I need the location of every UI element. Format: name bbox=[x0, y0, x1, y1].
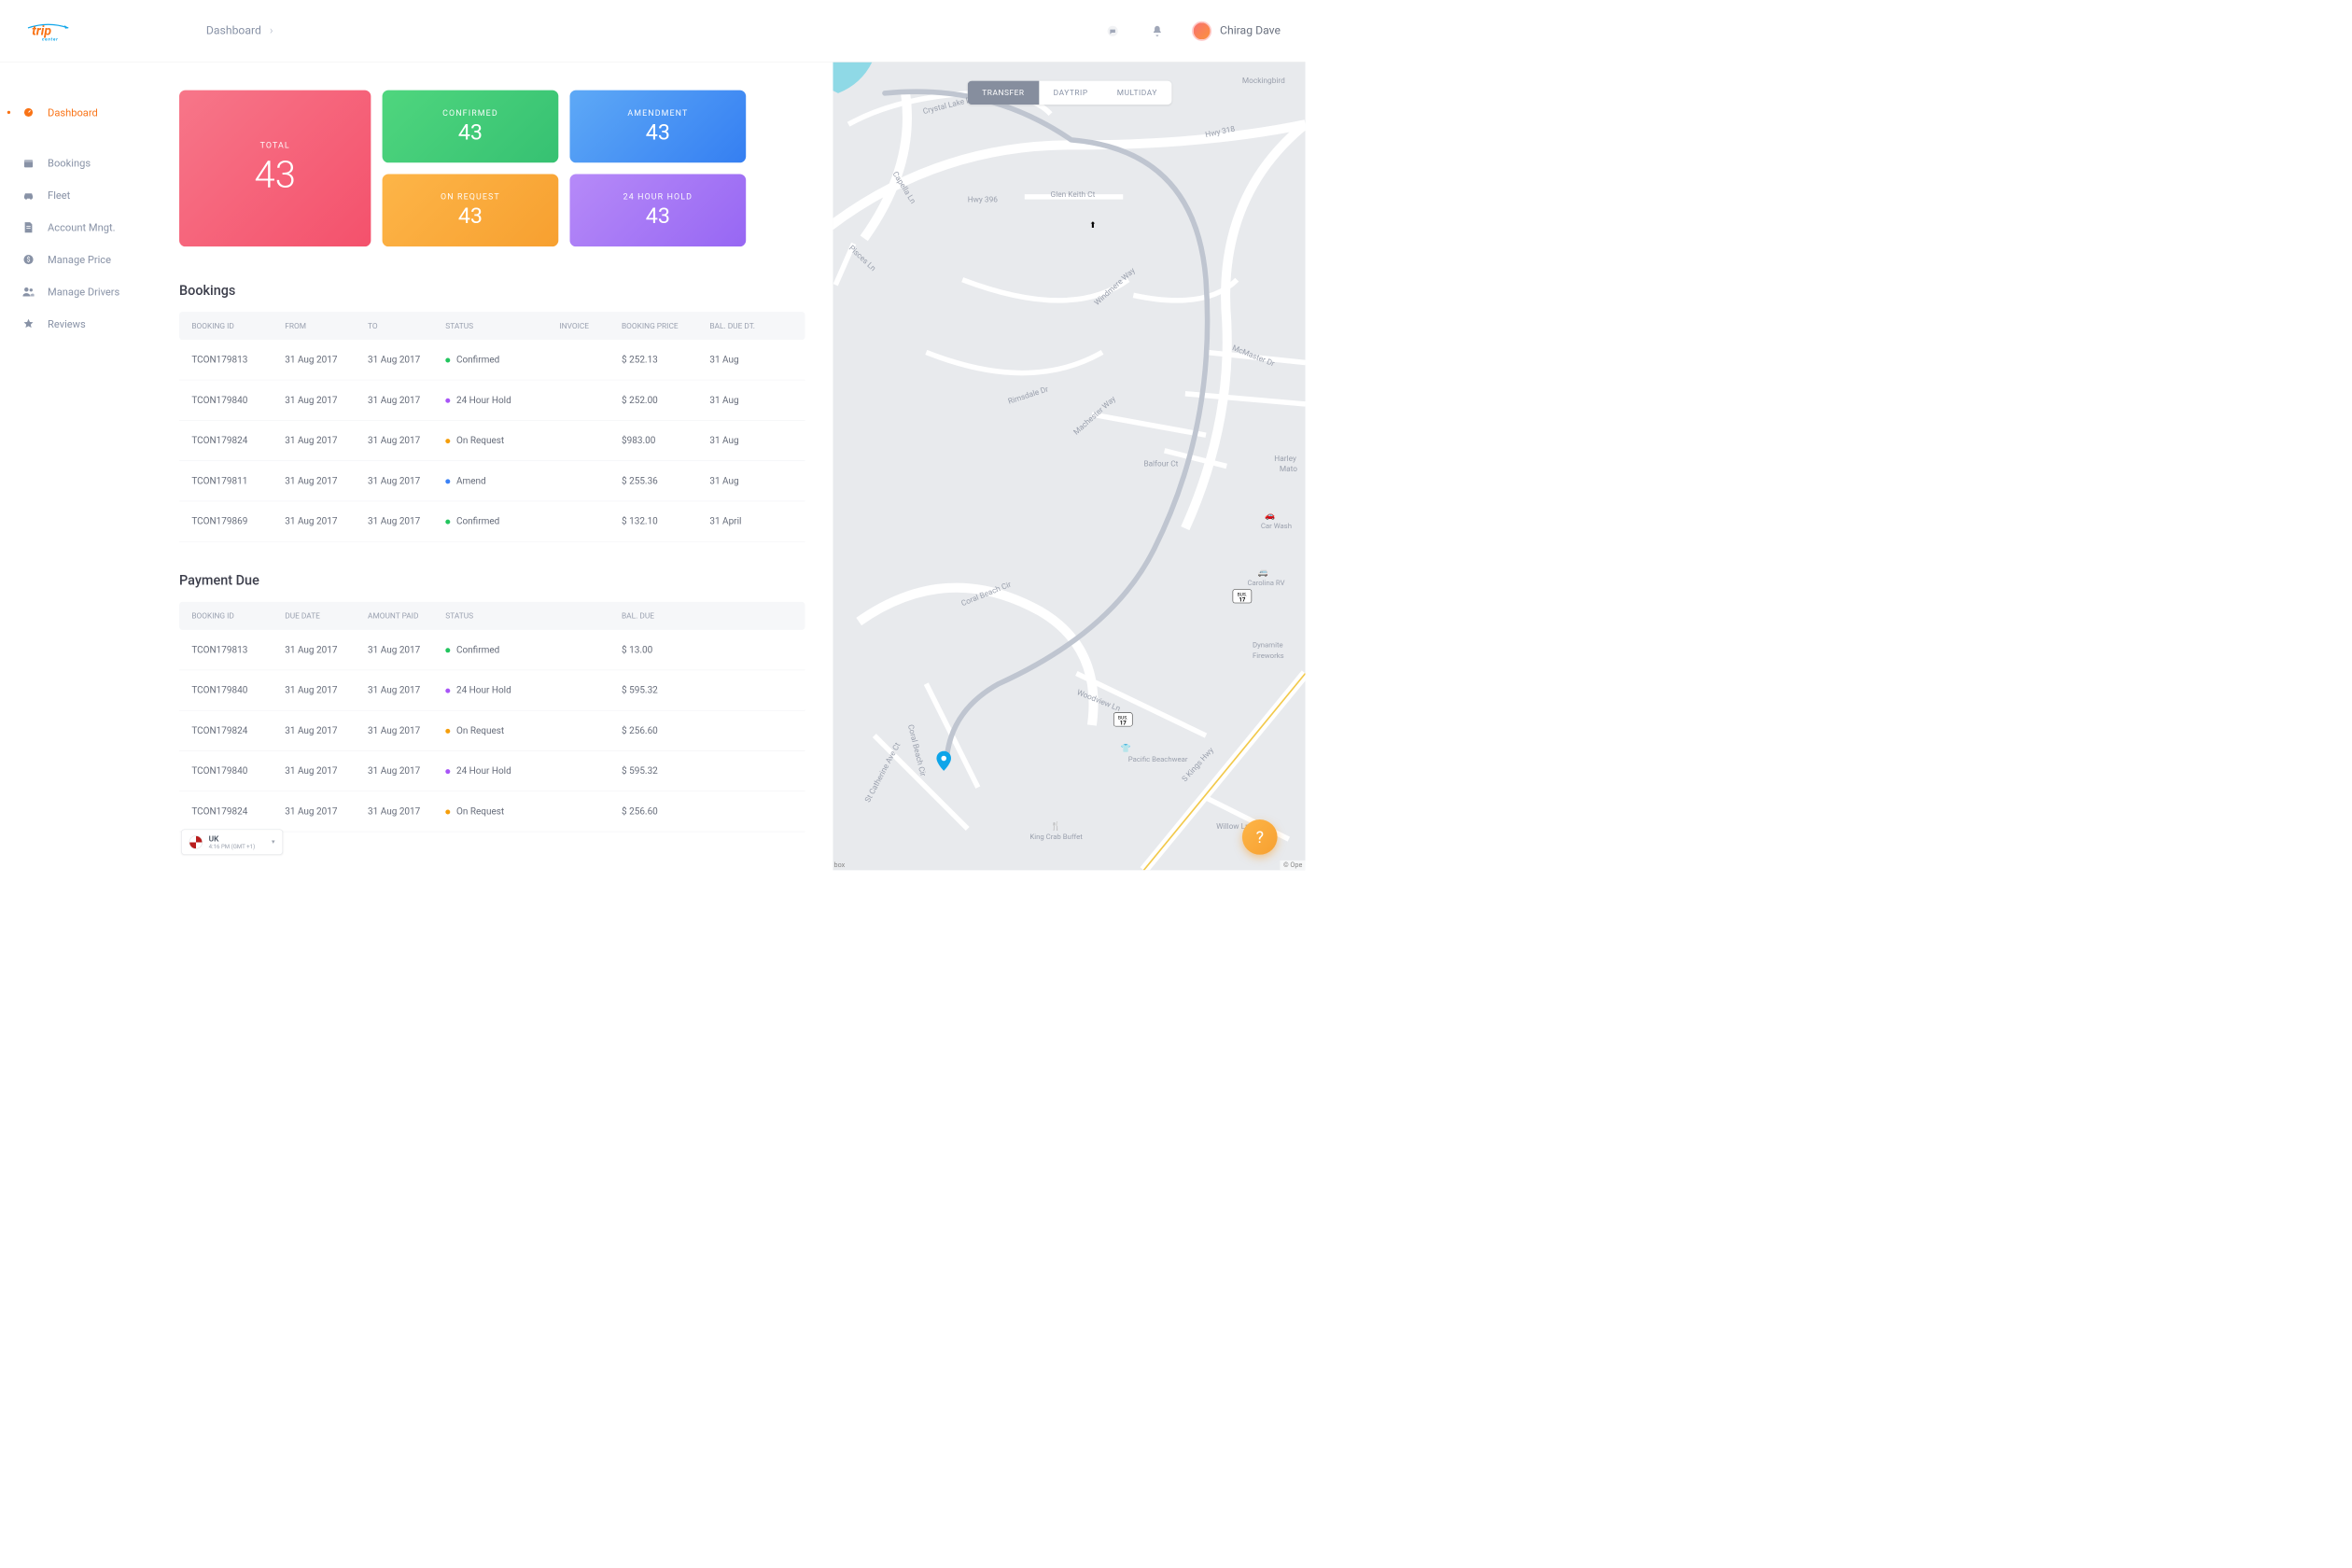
card-onrequest[interactable]: ON REQUEST 43 bbox=[383, 174, 559, 246]
map-tab-transfer[interactable]: TRANSFER bbox=[968, 81, 1039, 105]
svg-text:Mockingbird: Mockingbird bbox=[1242, 77, 1285, 86]
stats-cards: TOTAL 43 CONFIRMED 43 AMENDMENT 43 ON RE… bbox=[179, 91, 805, 247]
sidebar-item-fleet[interactable]: Fleet bbox=[16, 179, 146, 211]
svg-text:🚗: 🚗 bbox=[1265, 511, 1275, 521]
chevron-right-icon: › bbox=[270, 24, 273, 37]
svg-text:Fireworks: Fireworks bbox=[1253, 651, 1284, 660]
breadcrumb-text: Dashboard bbox=[206, 24, 261, 37]
topbar: trip center Dashboard › Chirag Dave bbox=[0, 0, 1306, 63]
svg-text:center: center bbox=[42, 36, 59, 42]
card-confirmed[interactable]: CONFIRMED 43 bbox=[383, 91, 559, 163]
breadcrumb[interactable]: Dashboard › bbox=[206, 24, 273, 37]
svg-text:Pacific Beachwear: Pacific Beachwear bbox=[1128, 755, 1188, 763]
table-row[interactable]: TCON179824 31 Aug 2017 31 Aug 2017 On Re… bbox=[179, 791, 805, 832]
bell-icon[interactable] bbox=[1147, 21, 1167, 40]
svg-text:Dynamite: Dynamite bbox=[1253, 641, 1283, 650]
sidebar-item-manage-price[interactable]: $Manage Price bbox=[16, 244, 146, 275]
card-amendment[interactable]: AMENDMENT 43 bbox=[570, 91, 747, 163]
svg-text:17: 17 bbox=[1239, 596, 1245, 603]
svg-text:🍴: 🍴 bbox=[1051, 820, 1061, 832]
table-row[interactable]: TCON179813 31 Aug 2017 31 Aug 2017 Confi… bbox=[179, 630, 805, 670]
flag-icon bbox=[189, 835, 203, 848]
people-icon bbox=[21, 285, 35, 298]
map-tabs: TRANSFER DAYTRIP MULTIDAY bbox=[968, 81, 1172, 105]
svg-text:Glen Keith Ct: Glen Keith Ct bbox=[1051, 190, 1096, 200]
map-attribution: © Ope bbox=[1281, 861, 1306, 871]
chat-icon[interactable] bbox=[1103, 21, 1123, 40]
sidebar-item-dashboard[interactable]: Dashboard bbox=[16, 96, 146, 128]
sidebar: DashboardBookingsFleetAccount Mngt.$Mana… bbox=[0, 63, 161, 871]
map-tab-daytrip[interactable]: DAYTRIP bbox=[1039, 81, 1102, 105]
svg-text:Harley: Harley bbox=[1274, 455, 1296, 464]
svg-text:👕: 👕 bbox=[1120, 744, 1130, 754]
svg-text:Balfour Ct: Balfour Ct bbox=[1143, 460, 1178, 469]
map-provider-logo: box bbox=[834, 861, 846, 869]
map-panel[interactable]: Crystal Lake Dr Capella Ln Pisces Ln Hwy… bbox=[833, 63, 1305, 871]
map-tab-multiday[interactable]: MULTIDAY bbox=[1102, 81, 1171, 105]
table-row[interactable]: TCON179824 31 Aug 2017 31 Aug 2017 On Re… bbox=[179, 421, 805, 461]
table-row[interactable]: TCON179813 31 Aug 2017 31 Aug 2017 Confi… bbox=[179, 340, 805, 380]
payments-title: Payment Due bbox=[179, 573, 805, 589]
svg-text:trip: trip bbox=[32, 23, 51, 38]
svg-text:Carolina RV: Carolina RV bbox=[1247, 579, 1284, 587]
username: Chirag Dave bbox=[1220, 24, 1281, 37]
sidebar-item-bookings[interactable]: Bookings bbox=[16, 147, 146, 179]
table-row[interactable]: TCON179811 31 Aug 2017 31 Aug 2017 Amend… bbox=[179, 461, 805, 501]
svg-text:$: $ bbox=[27, 256, 31, 264]
region-selector[interactable]: UK 4:16 PM (GMT +1) ▾ bbox=[181, 830, 283, 855]
sidebar-item-account-mngt-[interactable]: Account Mngt. bbox=[16, 211, 146, 243]
svg-text:17: 17 bbox=[1120, 720, 1127, 726]
sidebar-item-reviews[interactable]: Reviews bbox=[16, 308, 146, 340]
table-row[interactable]: TCON179824 31 Aug 2017 31 Aug 2017 On Re… bbox=[179, 710, 805, 750]
chevron-down-icon: ▾ bbox=[272, 838, 275, 846]
svg-text:Car Wash: Car Wash bbox=[1261, 522, 1292, 530]
card-hold[interactable]: 24 HOUR HOLD 43 bbox=[570, 174, 747, 246]
logo[interactable]: trip center bbox=[25, 18, 72, 44]
table-row[interactable]: TCON179840 31 Aug 2017 31 Aug 2017 24 Ho… bbox=[179, 751, 805, 791]
svg-text:Mato: Mato bbox=[1280, 465, 1297, 474]
map-canvas[interactable]: Crystal Lake Dr Capella Ln Pisces Ln Hwy… bbox=[833, 63, 1305, 871]
bookings-table: BOOKING ID FROM TO STATUS INVOICE BOOKIN… bbox=[179, 312, 805, 541]
help-fab[interactable]: ? bbox=[1242, 819, 1278, 855]
doc-icon bbox=[21, 220, 35, 233]
star-icon bbox=[21, 317, 35, 330]
user-menu[interactable]: Chirag Dave bbox=[1192, 21, 1281, 40]
avatar bbox=[1192, 21, 1211, 40]
sidebar-item-manage-drivers[interactable]: Manage Drivers bbox=[16, 275, 146, 307]
car-icon bbox=[21, 189, 35, 202]
svg-text:King Crab Buffet: King Crab Buffet bbox=[1029, 833, 1083, 841]
dashboard-icon bbox=[21, 105, 35, 119]
card-total[interactable]: TOTAL 43 bbox=[179, 91, 371, 247]
svg-text:🚐: 🚐 bbox=[1258, 568, 1268, 578]
main-content: TOTAL 43 CONFIRMED 43 AMENDMENT 43 ON RE… bbox=[161, 63, 833, 871]
svg-text:Hwy 396: Hwy 396 bbox=[968, 195, 999, 204]
svg-text:⬆: ⬆ bbox=[1089, 221, 1096, 231]
calendar-icon bbox=[21, 157, 35, 170]
table-row[interactable]: TCON179840 31 Aug 2017 31 Aug 2017 24 Ho… bbox=[179, 670, 805, 710]
table-row[interactable]: TCON179840 31 Aug 2017 31 Aug 2017 24 Ho… bbox=[179, 380, 805, 420]
dollar-icon: $ bbox=[21, 253, 35, 266]
bookings-title: Bookings bbox=[179, 283, 805, 299]
payments-table: BOOKING ID DUE DATE AMOUNT PAID STATUS B… bbox=[179, 602, 805, 832]
table-row[interactable]: TCON179869 31 Aug 2017 31 Aug 2017 Confi… bbox=[179, 501, 805, 541]
